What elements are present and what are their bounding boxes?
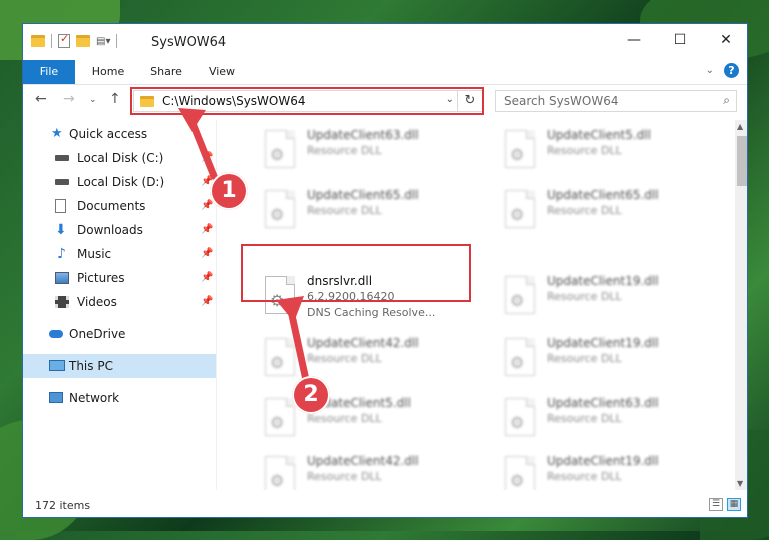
- step-2-badge: 2: [292, 376, 330, 414]
- step-1-badge: 1: [210, 172, 248, 210]
- annotation-arrows: [178, 108, 310, 384]
